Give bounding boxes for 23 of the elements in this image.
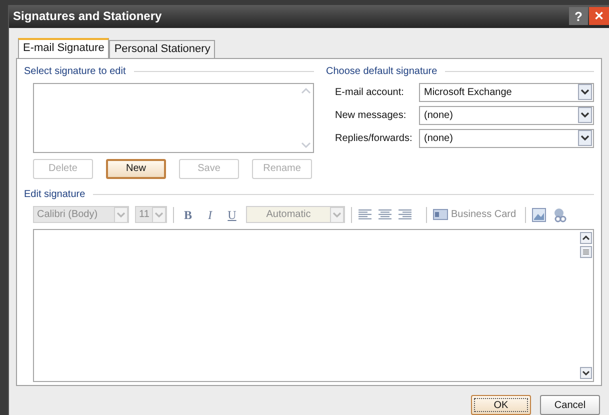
card-icon <box>433 209 448 220</box>
help-button[interactable]: ? <box>569 7 588 26</box>
dropdown-field[interactable]: (none) <box>419 106 594 125</box>
section-title: Edit signature <box>24 188 86 202</box>
scroll-thumb-icon[interactable] <box>580 246 592 258</box>
field-label: New messages: <box>335 108 408 123</box>
section-title: Choose default signature <box>326 64 438 79</box>
scroll-down-icon[interactable] <box>580 366 592 379</box>
window-title: Signatures and Stationery <box>13 8 163 26</box>
field-label: Replies/forwards: <box>335 132 414 146</box>
dialog-button[interactable]: OK <box>471 395 531 415</box>
dropdown-field[interactable]: (none) <box>419 128 594 148</box>
tab[interactable]: Personal Stationery <box>109 40 216 58</box>
close-button[interactable]: ✕ <box>589 7 609 26</box>
dialog-button[interactable]: Cancel <box>540 395 600 415</box>
section-title: Select signature to edit <box>24 64 126 79</box>
field-label: E-mail account: <box>335 86 405 100</box>
scrollbar[interactable] <box>579 230 593 381</box>
list-action-button[interactable]: New <box>106 158 166 179</box>
scroll-up-icon[interactable] <box>580 232 592 244</box>
tab[interactable]: E-mail Signature <box>18 38 110 58</box>
signature-list[interactable] <box>33 82 314 153</box>
dropdown-field[interactable]: Microsoft Exchange <box>419 82 594 102</box>
